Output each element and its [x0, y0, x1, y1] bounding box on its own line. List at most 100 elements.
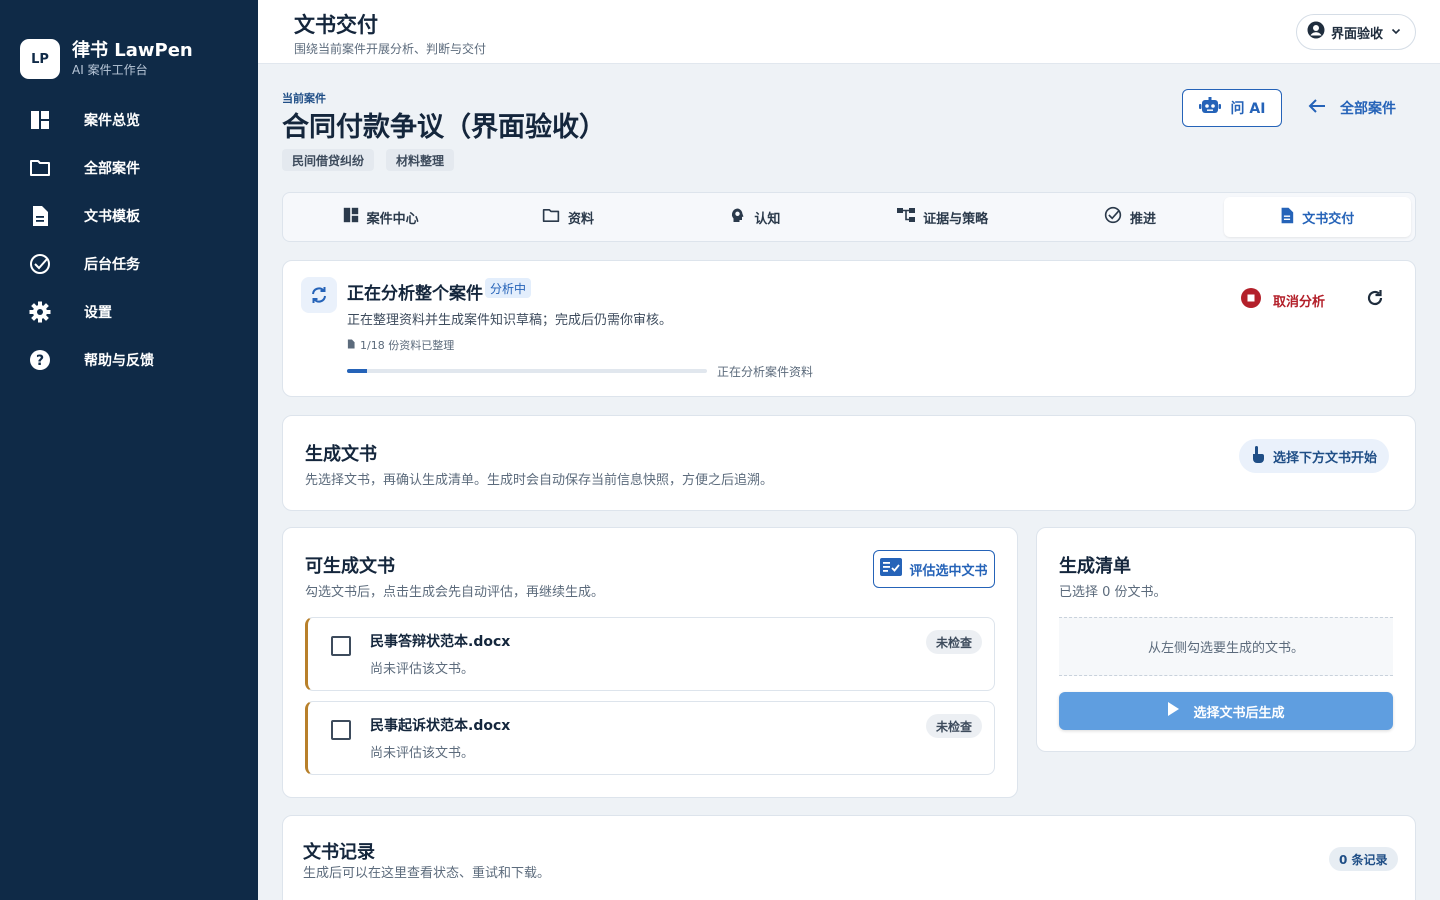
sidebar-item-all-cases[interactable]: 全部案件 [0, 144, 258, 192]
arrow-left-icon [1308, 98, 1326, 118]
generate-title: 生成文书 [305, 444, 377, 465]
document-icon [1280, 207, 1294, 228]
brand-logo: LP [20, 39, 60, 79]
sidebar-item-label: 全部案件 [84, 161, 140, 177]
tab-materials[interactable]: 资料 [474, 197, 661, 237]
sidebar-item-label: 设置 [84, 305, 112, 321]
gear-icon [28, 300, 52, 324]
file-icon [347, 339, 355, 352]
select-document-hint-label: 选择下方文书开始 [1273, 450, 1378, 466]
case-title: 合同付款争议（界面验收） [282, 112, 606, 143]
document-checkbox[interactable] [331, 720, 351, 740]
sidebar-item-tasks[interactable]: 后台任务 [0, 240, 258, 288]
checklist-subtitle: 已选择 0 份文书。 [1059, 585, 1167, 600]
available-documents-card: 可生成文书 勾选文书后，点击生成会先自动评估，再继续生成。 评估选中文书 民事答… [282, 527, 1018, 798]
docs-title: 可生成文书 [305, 556, 395, 577]
stop-icon [1241, 288, 1261, 312]
brand-name: 律书 LawPen [72, 40, 193, 61]
refresh-icon [1365, 290, 1385, 312]
document-name: 民事起诉状范本.docx [370, 718, 511, 734]
tab-cognition[interactable]: 认知 [662, 197, 849, 237]
brand-subtitle: AI 案件工作台 [72, 63, 148, 77]
analysis-count: 1/18 份资料已整理 [347, 337, 454, 353]
user-menu-button[interactable]: 界面验收 [1295, 14, 1416, 50]
sidebar-item-overview[interactable]: 案件总览 [0, 96, 258, 144]
document-records-card: 文书记录 生成后可以在这里查看状态、重试和下载。 0 条记录 [282, 815, 1416, 900]
refresh-button[interactable] [1365, 288, 1385, 312]
case-tabs: 案件中心 资料 认知 证据与策略 推进 文书交付 [282, 192, 1416, 242]
user-menu-label: 界面验收 [1330, 26, 1383, 42]
checklist-empty-state: 从左侧勾选要生成的文书。 [1059, 617, 1393, 676]
tab-label: 证据与策略 [923, 211, 989, 227]
cancel-analysis-label: 取消分析 [1273, 294, 1326, 310]
checklist-title: 生成清单 [1059, 556, 1131, 577]
select-document-hint: 选择下方文书开始 [1239, 439, 1390, 473]
document-checkbox[interactable] [331, 636, 351, 656]
dashboard-icon [28, 108, 52, 132]
brain-icon [730, 207, 746, 227]
list-item[interactable]: 民事答辩状范本.docx 尚未评估该文书。 未检查 [305, 617, 995, 691]
all-cases-link[interactable]: 全部案件 [1308, 89, 1396, 127]
document-name: 民事答辩状范本.docx [370, 634, 511, 650]
sidebar: LP 律书 LawPen AI 案件工作台 案件总览 全部案件 文书模板 后台任… [0, 0, 258, 900]
sidebar-item-label: 案件总览 [84, 113, 140, 129]
pointer-hand-icon [1251, 445, 1265, 467]
generate-button[interactable]: 选择文书后生成 [1059, 692, 1393, 730]
status-badge: 未检查 [925, 630, 982, 654]
checklist-icon [880, 558, 903, 580]
cancel-analysis-button[interactable]: 取消分析 [1241, 288, 1325, 312]
generation-checklist-card: 生成清单 已选择 0 份文书。 从左侧勾选要生成的文书。 选择文书后生成 [1036, 527, 1416, 752]
sidebar-item-templates[interactable]: 文书模板 [0, 192, 258, 240]
sidebar-item-label: 文书模板 [84, 209, 140, 225]
evaluate-selected-button[interactable]: 评估选中文书 [873, 550, 995, 588]
tab-label: 推进 [1129, 211, 1156, 227]
sidebar-nav: 案件总览 全部案件 文书模板 后台任务 设置 ? 帮助与反馈 [0, 96, 258, 384]
analysis-description: 正在整理资料并生成案件知识草稿；完成后仍需你审核。 [347, 313, 673, 328]
analysis-status-card: 正在分析整个案件 分析中 正在整理资料并生成案件知识草稿；完成后仍需你审核。 1… [282, 260, 1416, 397]
case-label: 当前案件 [282, 92, 326, 105]
tab-case-center[interactable]: 案件中心 [287, 197, 474, 237]
case-tags: 民间借贷纠纷 材料整理 [282, 149, 466, 171]
generate-button-label: 选择文书后生成 [1193, 705, 1285, 721]
sidebar-item-label: 帮助与反馈 [84, 353, 154, 369]
check-circle-icon [28, 252, 52, 276]
status-badge: 分析中 [485, 278, 532, 298]
case-tag: 民间借贷纠纷 [282, 149, 375, 171]
case-tag: 材料整理 [386, 149, 455, 171]
user-icon [1307, 21, 1325, 43]
analysis-title: 正在分析整个案件 [347, 284, 483, 304]
svg-text:?: ? [36, 353, 44, 369]
check-circle-icon [1104, 206, 1122, 228]
ask-ai-button[interactable]: 问 AI [1182, 89, 1282, 127]
records-subtitle: 生成后可以在这里查看状态、重试和下载。 [303, 866, 551, 881]
progress-fill [347, 369, 368, 373]
page-title: 文书交付 [294, 13, 378, 37]
brand: LP 律书 LawPen AI 案件工作台 [0, 0, 258, 92]
top-header: 文书交付 围绕当前案件开展分析、判断与交付 界面验收 [258, 0, 1440, 64]
tab-evidence-strategy[interactable]: 证据与策略 [849, 197, 1036, 237]
list-item[interactable]: 民事起诉状范本.docx 尚未评估该文书。 未检查 [305, 701, 995, 775]
analysis-count-text: 1/18 份资料已整理 [360, 339, 455, 352]
document-status: 尚未评估该文书。 [370, 746, 475, 761]
chevron-down-icon [1391, 25, 1401, 40]
sync-icon [301, 277, 337, 313]
folder-icon [542, 208, 560, 227]
progress-text: 正在分析案件资料 [717, 365, 814, 379]
generate-documents-card: 生成文书 先选择文书，再确认生成清单。生成时会自动保存当前信息快照，方便之后追溯… [282, 415, 1416, 511]
tab-progress[interactable]: 推进 [1036, 197, 1223, 237]
records-count-badge: 0 条记录 [1329, 847, 1398, 871]
tab-label: 认知 [754, 211, 781, 227]
sidebar-item-settings[interactable]: 设置 [0, 288, 258, 336]
generate-subtitle: 先选择文书，再确认生成清单。生成时会自动保存当前信息快照，方便之后追溯。 [305, 473, 774, 488]
sidebar-item-help[interactable]: ? 帮助与反馈 [0, 336, 258, 384]
play-icon [1167, 702, 1180, 720]
tab-document-delivery[interactable]: 文书交付 [1223, 197, 1411, 237]
folder-icon [28, 156, 52, 180]
evaluate-selected-label: 评估选中文书 [909, 563, 988, 579]
hierarchy-icon [897, 207, 916, 227]
tab-label: 案件中心 [366, 211, 419, 227]
docs-subtitle: 勾选文书后，点击生成会先自动评估，再继续生成。 [305, 585, 605, 600]
document-icon [28, 204, 52, 228]
tab-label: 资料 [567, 211, 594, 227]
all-cases-label: 全部案件 [1340, 101, 1396, 117]
